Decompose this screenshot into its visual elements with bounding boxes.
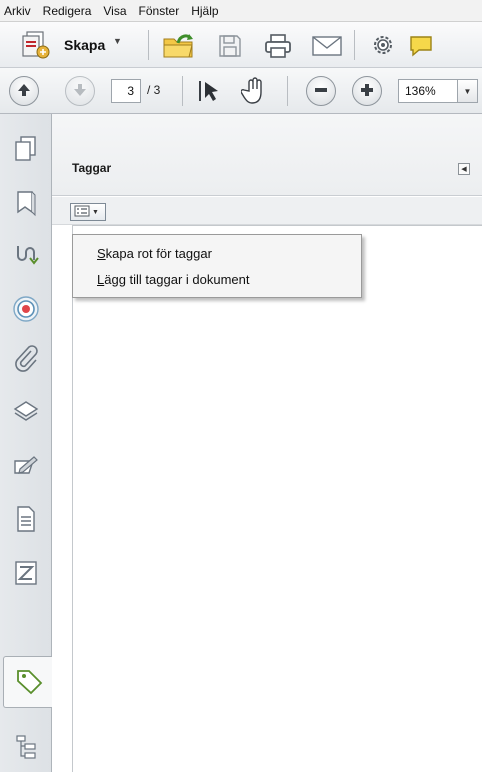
settings-icon[interactable] xyxy=(371,33,395,60)
pages-icon xyxy=(13,135,39,166)
hand-tool-icon[interactable] xyxy=(240,77,267,108)
bookmarks-button[interactable] xyxy=(6,184,46,224)
chevron-down-icon: ▼ xyxy=(92,208,99,216)
options-dropdown-menu: Skapa rot för taggar Lägg till taggar i … xyxy=(72,234,362,298)
tags-icon xyxy=(14,666,44,699)
chevron-down-icon: ▼ xyxy=(113,36,122,46)
order-icon xyxy=(13,559,39,590)
create-button-label: Skapa xyxy=(64,37,106,53)
pages-button[interactable] xyxy=(6,130,46,170)
arrow-up-icon xyxy=(16,82,32,101)
model-tree-button[interactable] xyxy=(6,728,46,768)
panel-options-bar: ▼ xyxy=(52,197,482,225)
minus-icon xyxy=(313,82,329,101)
menu-arkiv[interactable]: Arkiv xyxy=(0,0,37,22)
next-page-button[interactable] xyxy=(65,76,95,106)
save-icon[interactable] xyxy=(218,34,242,61)
tags-button[interactable] xyxy=(3,656,53,708)
menu-item-mnemonic: S xyxy=(97,246,106,261)
plus-icon xyxy=(359,82,375,101)
sign-button[interactable] xyxy=(6,448,46,488)
panel-title: Taggar xyxy=(72,161,112,175)
model-tree-icon xyxy=(14,733,38,764)
print-icon[interactable] xyxy=(264,33,292,62)
menu-visa[interactable]: Visa xyxy=(97,0,132,22)
menu-item-create-tag-root[interactable]: Skapa rot för taggar xyxy=(73,241,361,267)
layers-target-icon xyxy=(12,295,40,326)
zoom-in-button[interactable] xyxy=(352,76,382,106)
menubar: Arkiv Redigera Visa Fönster Hjälp xyxy=(0,0,482,22)
page-total: / 3 xyxy=(147,83,161,97)
layers-icon xyxy=(12,398,40,427)
options-list-icon xyxy=(74,205,90,220)
chevron-left-icon: ◀ xyxy=(461,166,467,173)
navigation-pane xyxy=(0,114,53,772)
email-icon[interactable] xyxy=(312,36,342,59)
attachments-button[interactable] xyxy=(6,340,46,380)
attachments-icon xyxy=(14,344,38,376)
menu-item-label: kapa rot för taggar xyxy=(105,246,212,261)
toolbar-separator xyxy=(148,30,149,60)
menu-item-add-tags-to-document[interactable]: Lägg till taggar i dokument xyxy=(73,267,361,293)
sign-icon xyxy=(12,455,40,482)
toolbar-separator xyxy=(287,76,288,106)
collapse-panel-button[interactable]: ◀ xyxy=(458,163,470,175)
tags-panel: Taggar ◀ ▼ xyxy=(52,114,482,772)
page-number-input[interactable]: 3 xyxy=(111,79,141,103)
zoom-out-button[interactable] xyxy=(306,76,336,106)
menu-redigera[interactable]: Redigera xyxy=(37,0,98,22)
menu-fonster[interactable]: Fönster xyxy=(133,0,186,22)
order-button[interactable] xyxy=(6,554,46,594)
select-tool-icon[interactable] xyxy=(197,78,225,107)
zoom-dropdown-button[interactable]: ▼ xyxy=(458,79,478,103)
main-toolbar: Skapa ▼ xyxy=(0,22,482,68)
signatures-icon xyxy=(13,242,39,271)
tags-tree-area[interactable] xyxy=(72,225,482,772)
navigation-toolbar: 3 / 3 136% ▼ xyxy=(0,68,482,114)
options-menu-button[interactable]: ▼ xyxy=(70,203,106,221)
create-pdf-icon xyxy=(20,30,52,63)
zoom-level-input[interactable]: 136% xyxy=(398,79,458,103)
panel-header: Taggar ◀ xyxy=(52,114,482,196)
menu-item-label: ägg till taggar i dokument xyxy=(104,272,250,287)
signatures-button[interactable] xyxy=(6,236,46,276)
arrow-down-icon xyxy=(72,82,88,101)
layers-target-button[interactable] xyxy=(6,290,46,330)
previous-page-button[interactable] xyxy=(9,76,39,106)
comment-icon[interactable] xyxy=(408,34,434,61)
content-icon xyxy=(15,505,37,536)
chevron-down-icon: ▼ xyxy=(463,86,472,96)
toolbar-separator xyxy=(182,76,183,106)
bookmarks-icon xyxy=(14,189,38,220)
layers-button[interactable] xyxy=(6,392,46,432)
toolbar-separator xyxy=(354,30,355,60)
menu-hjalp[interactable]: Hjälp xyxy=(185,0,224,22)
open-folder-icon[interactable] xyxy=(162,31,196,62)
content-button[interactable] xyxy=(6,500,46,540)
